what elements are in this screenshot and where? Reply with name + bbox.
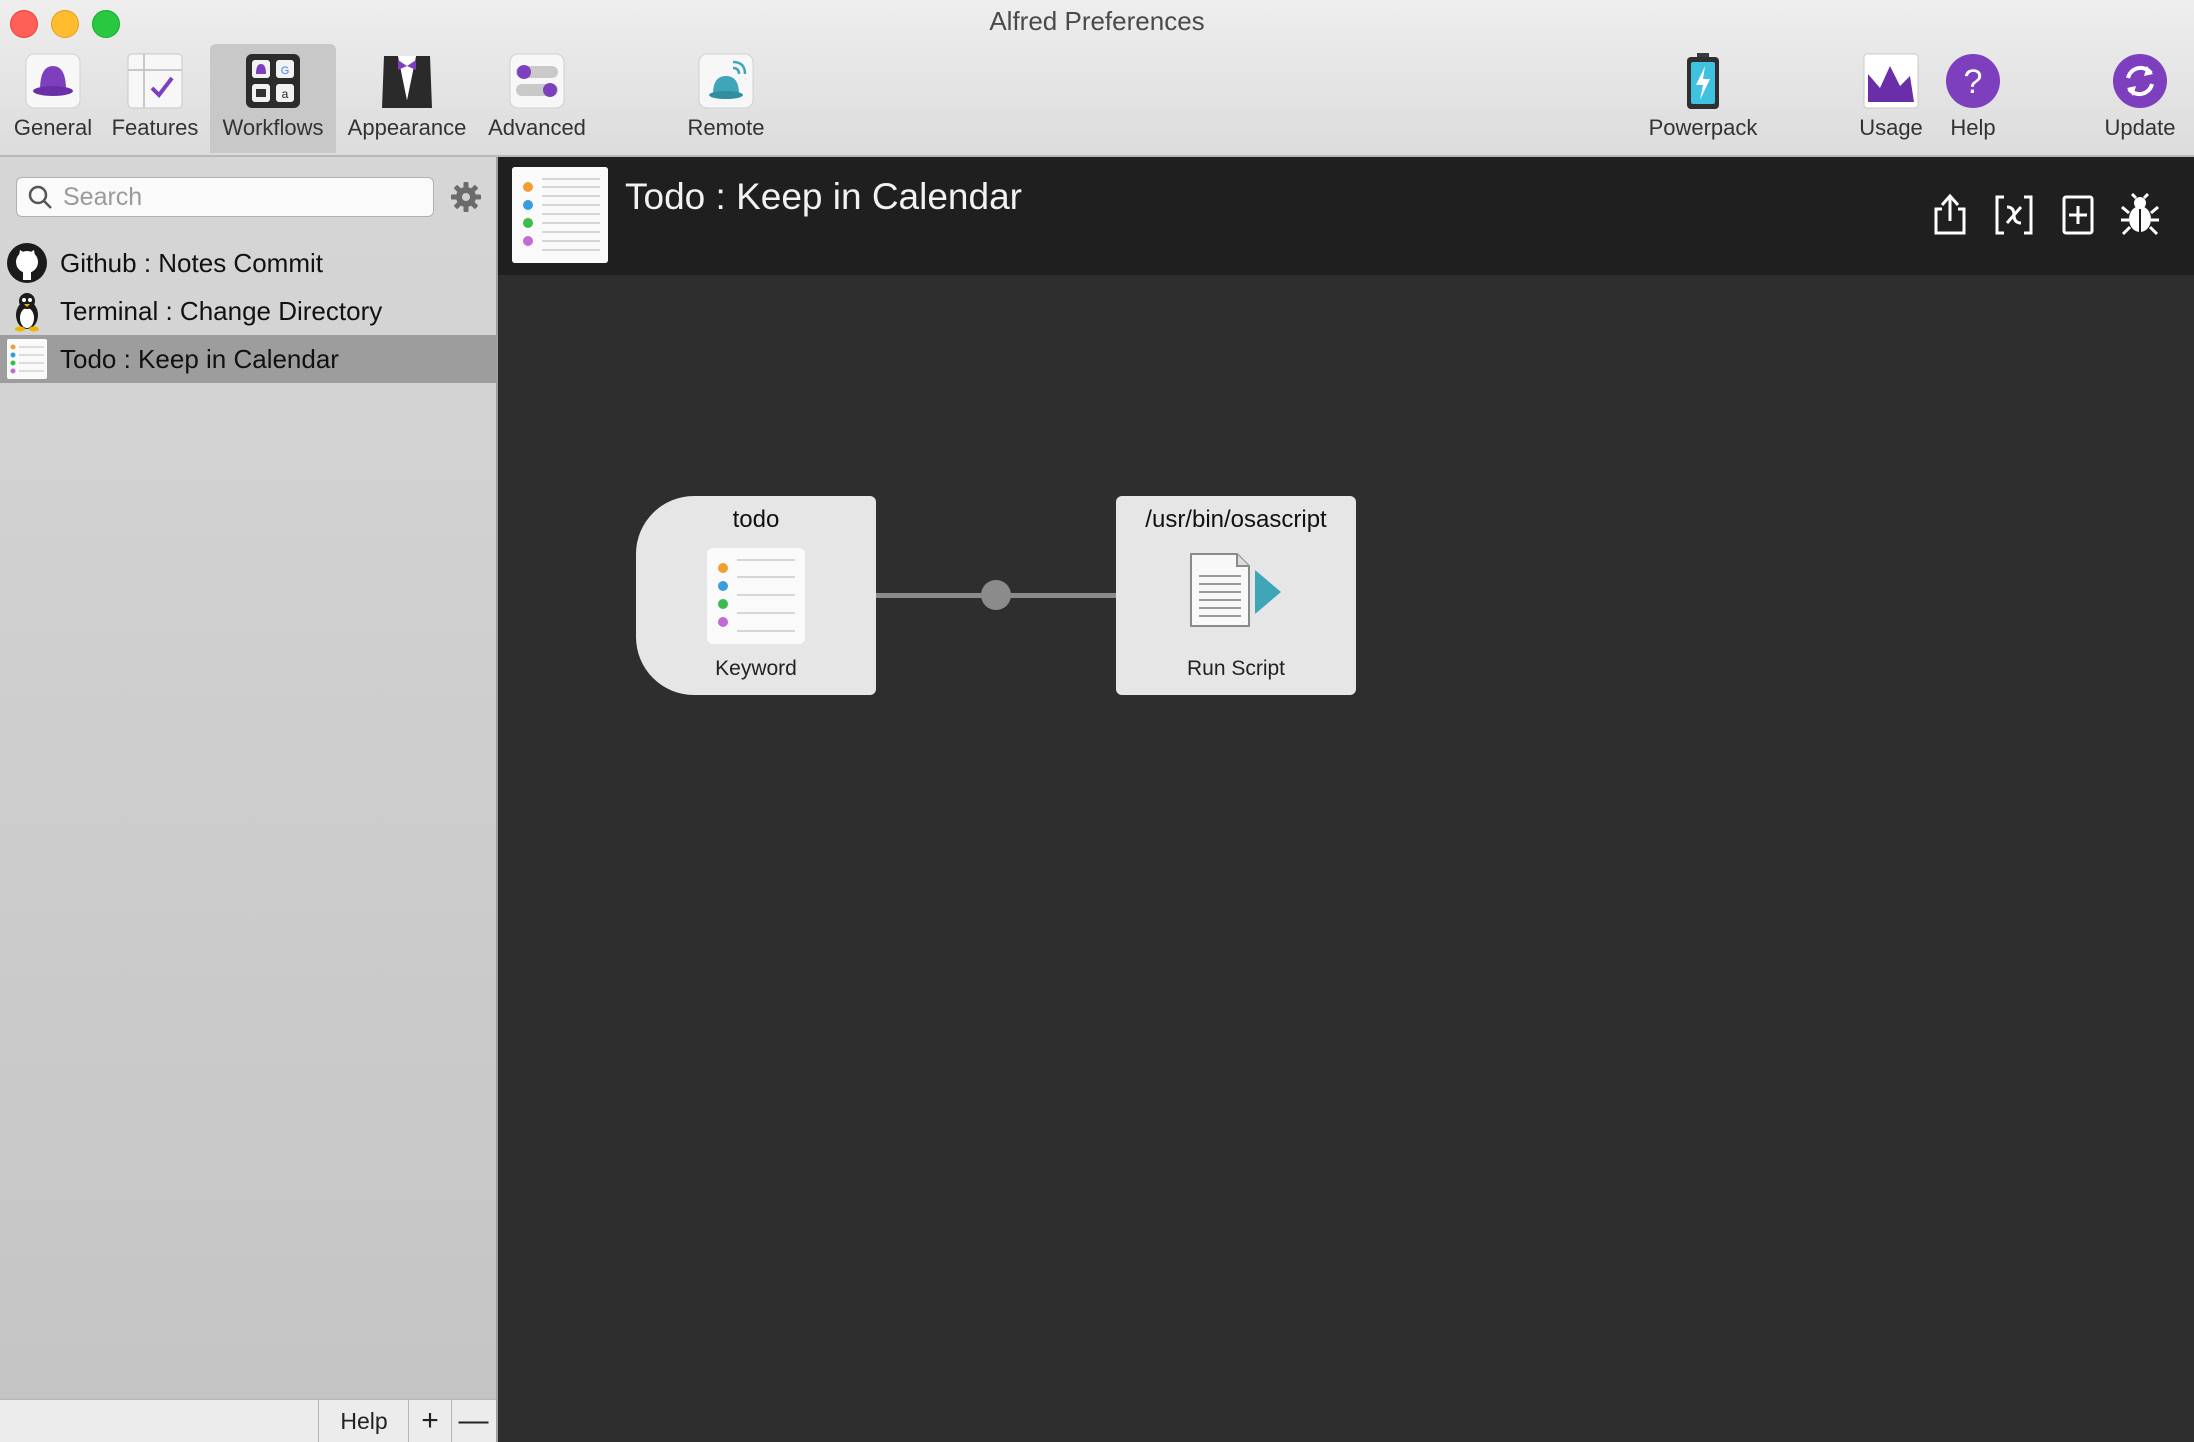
toolbar-update[interactable]: Update (2094, 44, 2186, 153)
github-icon (7, 243, 47, 283)
list-item-label: Terminal : Change Directory (60, 296, 383, 326)
svg-text:G: G (281, 65, 290, 77)
window-title: Alfred Preferences (989, 6, 1205, 36)
toolbar-label: General (13, 115, 93, 140)
remote-icon (698, 53, 754, 109)
connection-handle[interactable] (981, 580, 1011, 610)
toolbar-label: Powerpack (1648, 115, 1758, 140)
run-script-node[interactable]: /usr/bin/osascript Run Script (1116, 496, 1356, 695)
battery-icon (1687, 53, 1719, 109)
list-item-label: Github : Notes Commit (60, 248, 323, 278)
todo-list-icon (512, 167, 608, 263)
add-workflow-button[interactable]: + (409, 1400, 452, 1442)
node-title: todo (732, 506, 780, 533)
hat-icon (25, 53, 81, 109)
keyword-node[interactable]: todo Keyword (636, 496, 876, 695)
toolbar-label: Usage (1859, 115, 1923, 140)
add-object-icon[interactable] (2058, 193, 2098, 237)
list-item-terminal-change-directory[interactable]: Terminal : Change Directory (0, 287, 496, 335)
tuxedo-icon (382, 56, 432, 108)
workflow-canvas[interactable]: todo Keyword /usr/bin/osascript Run Scri… (498, 275, 2194, 1442)
toolbar-label: Advanced (488, 115, 586, 140)
alfred-preferences-window: Alfred Preferences General Features G a … (0, 0, 2194, 1442)
workflow-header: Todo : Keep in Calendar (498, 157, 2194, 275)
toolbar-remote[interactable]: Remote (678, 44, 774, 153)
search-icon (28, 185, 52, 209)
todo-list-icon (7, 339, 47, 379)
node-type-label: Keyword (715, 657, 797, 680)
debug-bug-icon[interactable] (2120, 193, 2160, 237)
remove-workflow-button[interactable]: — (452, 1400, 495, 1442)
tux-penguin-icon (15, 293, 39, 332)
variables-icon[interactable] (1994, 193, 2034, 237)
toolbar-label: Appearance (347, 115, 467, 140)
toolbar-label: Update (2104, 115, 2176, 140)
workflow-sidebar: Github : Notes Commit Terminal : Change … (0, 157, 498, 1442)
toolbar-help[interactable]: ? Help (1938, 44, 2008, 153)
list-item-label: Todo : Keep in Calendar (60, 344, 339, 374)
list-item-github-notes-commit[interactable]: Github : Notes Commit (0, 239, 496, 287)
toolbar-workflows[interactable]: G a Workflows (210, 44, 336, 153)
toolbar-label: Workflows (222, 115, 324, 140)
svg-text:a: a (282, 87, 289, 101)
workflows-icon: G a (246, 54, 300, 108)
help-button[interactable]: Help (320, 1400, 409, 1442)
workflow-title: Todo : Keep in Calendar (625, 176, 1022, 217)
sidebar-bottom-bar: Help + — (0, 1399, 496, 1442)
list-item-todo-keep-in-calendar[interactable]: Todo : Keep in Calendar (0, 335, 496, 383)
run-script-icon (1190, 553, 1281, 627)
toolbar-label: Help (1950, 115, 1996, 140)
toolbar-label: Remote (687, 115, 765, 140)
checklist-icon (127, 53, 183, 109)
toolbar-usage[interactable]: Usage (1852, 44, 1930, 153)
node-type-label: Run Script (1186, 657, 1286, 680)
toolbar-advanced[interactable]: Advanced (480, 44, 594, 153)
toolbar-general[interactable]: General (8, 44, 98, 153)
export-icon[interactable] (1930, 193, 1970, 237)
toggles-icon (509, 53, 565, 109)
bottom-bar-spacer (0, 1400, 319, 1442)
toolbar-powerpack[interactable]: Powerpack (1640, 44, 1766, 153)
workflow-list: Github : Notes Commit Terminal : Change … (0, 239, 496, 383)
toolbar-appearance[interactable]: Appearance (342, 44, 472, 153)
usage-chart-icon (1863, 53, 1919, 109)
toolbar-label: Features (111, 115, 199, 140)
gear-icon[interactable] (450, 181, 482, 213)
update-icon (2113, 54, 2167, 108)
svg-text:?: ? (1964, 63, 1983, 101)
toolbar-features[interactable]: Features (108, 44, 202, 153)
search-input[interactable] (61, 180, 425, 214)
search-field[interactable] (16, 177, 434, 217)
title-bar: Alfred Preferences General Features G a … (0, 0, 2194, 157)
todo-list-icon (707, 548, 805, 644)
help-icon: ? (1946, 54, 2000, 108)
node-title: /usr/bin/osascript (1145, 506, 1327, 533)
